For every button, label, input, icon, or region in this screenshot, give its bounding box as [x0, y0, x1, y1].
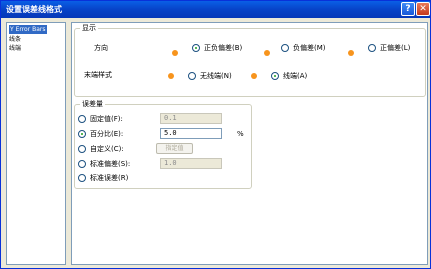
tree-item-line[interactable]: 线条: [9, 35, 21, 44]
direction-minus-label[interactable]: 负偏差(M): [293, 43, 326, 53]
tree-item-error-bars[interactable]: Y Error Bars: [9, 25, 47, 34]
percentage-label[interactable]: 百分比(E):: [90, 129, 123, 139]
end-style-marker-dot: [168, 73, 174, 79]
window-title: 设置误差线格式: [6, 5, 62, 14]
cap-label[interactable]: 线端(A): [283, 71, 307, 81]
percent-unit: %: [237, 130, 244, 138]
standard-deviation-radio[interactable]: [78, 160, 86, 168]
custom-radio[interactable]: [78, 145, 86, 153]
category-tree[interactable]: Y Error Bars 线条 线端: [6, 22, 66, 265]
close-button[interactable]: ✕: [416, 2, 430, 16]
specify-value-button[interactable]: 指定值: [156, 143, 193, 154]
direction-minus-radio[interactable]: [281, 44, 289, 52]
title-bar[interactable]: 设置误差线格式 ? ✕: [1, 1, 430, 18]
options-panel: 显示 方向 正负偏差(B) 负偏差(M) 正偏差(L) 末端样式 无线端(N) …: [71, 22, 428, 265]
direction-plus-label[interactable]: 正偏差(L): [380, 43, 410, 53]
display-group-title: 显示: [80, 23, 98, 33]
error-amount-group-title: 误差量: [80, 99, 105, 109]
standard-deviation-label[interactable]: 标准偏差(S):: [90, 159, 130, 169]
standard-error-radio[interactable]: [78, 174, 86, 182]
fixed-value-input[interactable]: 0.1: [160, 113, 222, 124]
display-group: 显示 方向 正负偏差(B) 负偏差(M) 正偏差(L) 末端样式 无线端(N) …: [74, 23, 426, 97]
fixed-value-label[interactable]: 固定值(F):: [90, 114, 123, 124]
direction-both-label[interactable]: 正负偏差(B): [204, 43, 242, 53]
error-amount-group: 误差量 固定值(F): 0.1 百分比(E): 5.0 % 自定义(C): 指定…: [74, 99, 252, 189]
percentage-input[interactable]: 5.0: [160, 128, 222, 139]
no-cap-radio[interactable]: [188, 72, 196, 80]
direction-minus-marker-dot: [264, 50, 270, 56]
tree-item-end-style[interactable]: 线端: [9, 44, 21, 53]
direction-plus-radio[interactable]: [368, 44, 376, 52]
standard-deviation-input[interactable]: 1.0: [160, 158, 222, 169]
direction-both-radio[interactable]: [192, 44, 200, 52]
direction-plus-marker-dot: [348, 50, 354, 56]
direction-marker-dot: [172, 50, 178, 56]
direction-label: 方向: [94, 44, 108, 52]
help-button[interactable]: ?: [401, 2, 415, 16]
standard-error-label[interactable]: 标准误差(R): [90, 173, 128, 183]
percentage-radio[interactable]: [78, 130, 86, 138]
cap-marker-dot: [251, 73, 257, 79]
fixed-value-radio[interactable]: [78, 115, 86, 123]
cap-radio[interactable]: [271, 72, 279, 80]
custom-label[interactable]: 自定义(C):: [90, 144, 124, 154]
dialog-window: 设置误差线格式 ? ✕ Y Error Bars 线条 线端 显示 方向 正负偏…: [0, 0, 431, 269]
no-cap-label[interactable]: 无线端(N): [200, 71, 232, 81]
end-style-label: 末端样式: [84, 71, 112, 79]
